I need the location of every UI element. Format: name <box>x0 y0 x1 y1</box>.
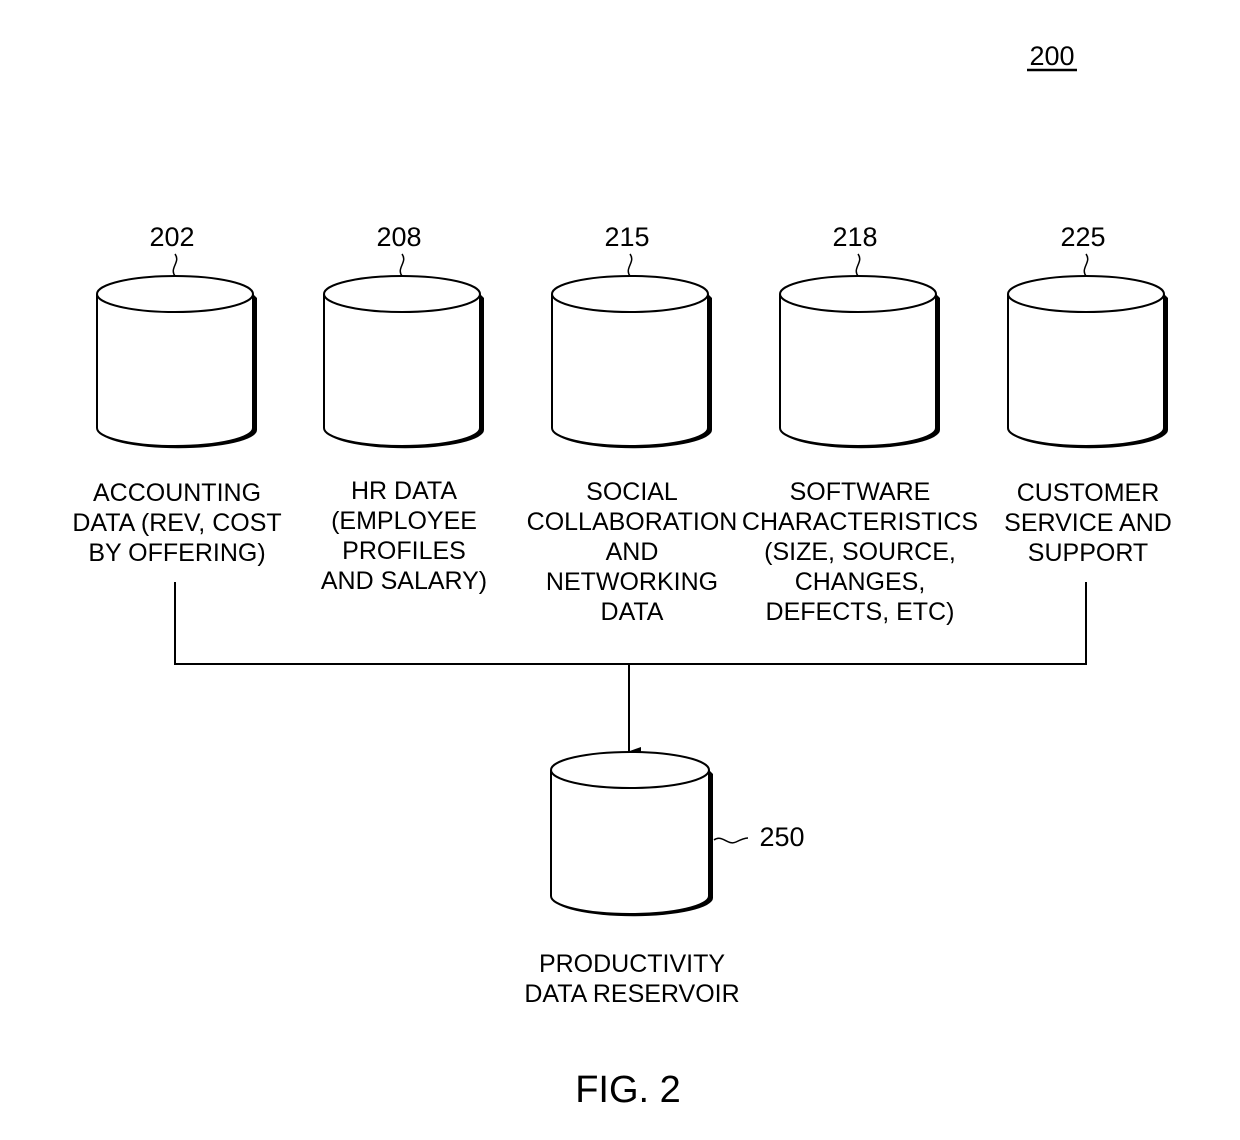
source-databases: 202 ACCOUNTING DATA (REV, COST BY OFFERING)… <box>72 222 1171 626</box>
cylinder-body <box>550 770 710 915</box>
cylinder-body <box>551 294 709 447</box>
label-line: SOFTWARE <box>790 478 931 506</box>
cylinder-top <box>96 275 254 313</box>
productivity-data-reservoir: 250 PRODUCTIVITY DATA RESERVOIR <box>524 751 805 1008</box>
cylinder-top <box>779 275 937 313</box>
label-line: ACCOUNTING <box>93 479 261 507</box>
source-database: 208 HR DATA (EMPLOYEE PROFILES AND SALARY) <box>321 222 487 595</box>
label-line: SERVICE AND <box>1004 509 1172 537</box>
reference-number: 202 <box>149 222 194 252</box>
source-label: HR DATA (EMPLOYEE PROFILES AND SALARY) <box>321 477 487 595</box>
label-line: PROFILES <box>342 537 466 565</box>
source-database: 225 CUSTOMER SERVICE AND SUPPORT <box>1004 222 1172 567</box>
label-line: PRODUCTIVITY <box>539 950 725 978</box>
database-cylinder-icon <box>96 275 257 449</box>
reference-number: 250 <box>759 822 804 852</box>
diagram-canvas: 200 202 ACCOUNTING DATA (REV, COST BY OFFER… <box>72 41 1171 1111</box>
label-line: NETWORKING <box>546 568 718 596</box>
label-line: SUPPORT <box>1028 539 1148 567</box>
label-line: (SIZE, SOURCE, <box>764 538 956 566</box>
label-line: DEFECTS, ETC) <box>766 598 955 626</box>
reference-number: 208 <box>376 222 421 252</box>
source-database: 202 ACCOUNTING DATA (REV, COST BY OFFERING) <box>72 222 281 567</box>
leader-line <box>399 253 405 277</box>
label-line: DATA RESERVOIR <box>524 980 739 1008</box>
reference-number: 218 <box>832 222 877 252</box>
label-line: HR DATA <box>351 477 457 505</box>
label-line: BY OFFERING) <box>88 539 265 567</box>
leader-line <box>713 837 749 844</box>
database-cylinder-icon <box>323 275 484 449</box>
source-label: CUSTOMER SERVICE AND SUPPORT <box>1004 479 1172 567</box>
cylinder-top <box>550 751 710 789</box>
label-line: (EMPLOYEE <box>331 507 477 535</box>
database-cylinder-icon <box>551 275 712 449</box>
label-line: AND <box>606 538 659 566</box>
label-line: CHANGES, <box>795 568 926 596</box>
label-line: DATA <box>601 598 664 626</box>
cylinder-body <box>1007 294 1165 447</box>
cylinder-body <box>323 294 481 447</box>
leader-line <box>855 253 861 277</box>
cylinder-body <box>779 294 937 447</box>
leader-line <box>172 253 178 277</box>
database-cylinder-icon <box>550 751 713 917</box>
label-line: CHARACTERISTICS <box>742 508 978 536</box>
reference-number: 215 <box>604 222 649 252</box>
source-database: 218 SOFTWARE CHARACTERISTICS (SIZE, SOURCE,… <box>742 222 978 626</box>
label-line: SOCIAL <box>586 478 678 506</box>
source-label: SOFTWARE CHARACTERISTICS (SIZE, SOURCE, CHA… <box>742 478 978 626</box>
leader-line <box>1083 253 1089 277</box>
reservoir-label: PRODUCTIVITY DATA RESERVOIR <box>524 950 739 1008</box>
label-line: DATA (REV, COST <box>72 509 281 537</box>
label-line: COLLABORATION <box>527 508 738 536</box>
figure-number-text: 200 <box>1029 41 1074 71</box>
figure-caption: FIG. 2 <box>575 1069 681 1111</box>
leader-line <box>627 253 633 277</box>
source-label: SOCIAL COLLABORATION AND NETWORKING DATA <box>527 478 738 626</box>
cylinder-top <box>551 275 709 313</box>
cylinder-top <box>323 275 481 313</box>
reference-number: 225 <box>1060 222 1105 252</box>
database-cylinder-icon <box>779 275 940 449</box>
figure-number: 200 <box>1027 41 1077 72</box>
source-label: ACCOUNTING DATA (REV, COST BY OFFERING) <box>72 479 281 567</box>
cylinder-top <box>1007 275 1165 313</box>
database-cylinder-icon <box>1007 275 1168 449</box>
cylinder-body <box>96 294 254 447</box>
label-line: CUSTOMER <box>1017 479 1160 507</box>
source-database: 215 SOCIAL COLLABORATION AND NETWORKING DATA <box>527 222 738 626</box>
label-line: AND SALARY) <box>321 567 487 595</box>
